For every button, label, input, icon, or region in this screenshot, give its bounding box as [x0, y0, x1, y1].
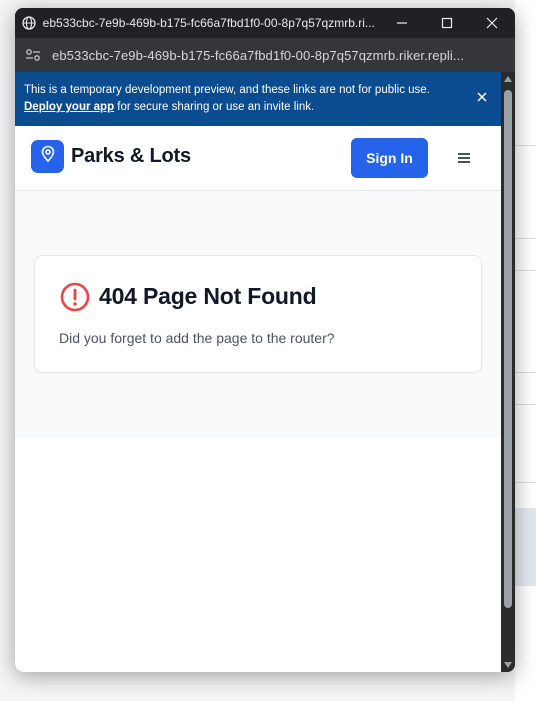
title-bar[interactable]: eb533cbc-7e9b-469b-b175-fc66a7fbd1f0-00-…: [15, 8, 515, 38]
error-message: Did you forget to add the page to the ro…: [59, 330, 335, 346]
close-icon[interactable]: [475, 90, 489, 104]
background-divider: [515, 482, 536, 483]
logo[interactable]: [31, 140, 64, 173]
page-viewport: This is a temporary development preview,…: [15, 72, 501, 672]
deploy-app-link[interactable]: Deploy your app: [24, 101, 114, 113]
menu-icon[interactable]: [451, 148, 477, 168]
background-divider: [515, 404, 536, 405]
error-title: 404 Page Not Found: [99, 283, 317, 309]
minimize-icon[interactable]: [380, 8, 425, 38]
background-divider: [515, 145, 536, 146]
main-content: 404 Page Not Found Did you forget to add…: [15, 191, 501, 438]
brand-name[interactable]: Parks & Lots: [71, 145, 191, 168]
site-navbar: Parks & Lots Sign In: [15, 126, 501, 191]
map-pin-icon: [39, 145, 57, 168]
background-divider: [515, 270, 536, 271]
address-bar: eb533cbc-7e9b-469b-b175-fc66a7fbd1f0-00-…: [15, 38, 515, 72]
scrollbar-thumb[interactable]: [504, 90, 512, 608]
background-divider: [515, 372, 536, 373]
scroll-down-arrow-icon[interactable]: [504, 662, 512, 668]
window-title: eb533cbc-7e9b-469b-b175-fc66a7fbd1f0-00-…: [42, 16, 375, 30]
banner-text-line2: Deploy your app for secure sharing or us…: [24, 99, 465, 116]
banner-text-rest: for secure sharing or use an invite link…: [114, 101, 315, 113]
maximize-icon[interactable]: [425, 8, 470, 38]
dev-preview-banner: This is a temporary development preview,…: [15, 72, 501, 126]
not-found-card: 404 Page Not Found Did you forget to add…: [34, 255, 482, 373]
globe-icon: [21, 15, 37, 31]
browser-popup-window: eb533cbc-7e9b-469b-b175-fc66a7fbd1f0-00-…: [15, 8, 515, 672]
scrollbar[interactable]: [501, 72, 515, 672]
background-panel: [515, 508, 536, 586]
alert-circle-icon: [59, 281, 91, 313]
sign-in-button[interactable]: Sign In: [351, 138, 428, 178]
close-icon[interactable]: [470, 8, 515, 38]
site-settings-icon[interactable]: [19, 38, 47, 72]
scroll-up-arrow-icon[interactable]: [504, 76, 512, 82]
background-divider: [515, 238, 536, 239]
banner-text-line1: This is a temporary development preview,…: [24, 84, 430, 96]
url-text[interactable]: eb533cbc-7e9b-469b-b175-fc66a7fbd1f0-00-…: [52, 48, 492, 63]
background-page: [515, 0, 536, 701]
